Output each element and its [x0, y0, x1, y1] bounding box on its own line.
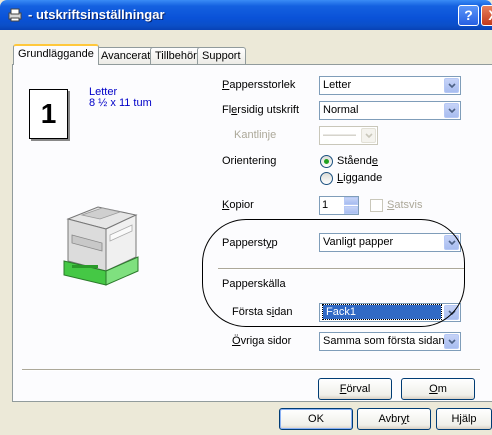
tab-basic[interactable]: Grundläggande: [13, 44, 99, 65]
first-page-select[interactable]: Fack1: [319, 303, 461, 322]
arrow-down-icon[interactable]: [344, 206, 358, 214]
other-pages-label: Övriga sidor: [232, 335, 292, 347]
panel-separator: [22, 369, 480, 371]
copies-stepper[interactable]: [344, 197, 358, 214]
landscape-radio[interactable]: [320, 172, 333, 185]
separator: [218, 268, 464, 270]
tab-support[interactable]: Support: [197, 47, 246, 64]
about-button[interactable]: Om: [401, 378, 475, 400]
paper-type-select[interactable]: Vanligt papper: [319, 233, 461, 252]
chevron-down-icon[interactable]: [444, 334, 459, 349]
chevron-down-icon[interactable]: [444, 103, 459, 118]
paper-size-label: Pappersstorlek: [222, 79, 296, 91]
multipage-label: Flersidig utskrift: [222, 104, 300, 116]
other-pages-select[interactable]: Samma som första sidan: [319, 332, 461, 351]
arrow-up-icon[interactable]: [344, 197, 358, 205]
orientation-label: Orientering: [222, 155, 277, 167]
printer-illustration: [63, 206, 139, 286]
cancel-button[interactable]: Avbryt: [357, 408, 431, 430]
default-button[interactable]: Förval: [318, 378, 392, 400]
border-select: ———: [319, 126, 378, 145]
close-button[interactable]: X: [481, 5, 492, 26]
first-page-label: Första sidan: [232, 306, 293, 318]
tab-advanced[interactable]: Avancerat: [96, 47, 156, 64]
portrait-label[interactable]: Stående: [337, 155, 378, 167]
page-preview: 1: [29, 89, 68, 139]
chevron-down-icon[interactable]: [444, 78, 459, 93]
landscape-label[interactable]: Liggande: [337, 172, 382, 184]
collate-checkbox[interactable]: [370, 199, 383, 212]
printer-preferences-dialog: - utskriftsinställningar ? X Grundläggan…: [0, 0, 492, 435]
help-button[interactable]: Hjälp: [436, 408, 492, 430]
chevron-down-icon[interactable]: [444, 235, 459, 250]
tab-accessories[interactable]: Tillbehör: [150, 47, 202, 64]
printer-icon: [8, 8, 22, 22]
paper-size-select[interactable]: Letter: [319, 76, 461, 95]
paper-source-label: Papperskälla: [222, 278, 286, 290]
multipage-select[interactable]: Normal: [319, 101, 461, 120]
preview-paper-size: 8 ½ x 11 tum: [89, 97, 152, 109]
chevron-down-icon[interactable]: [444, 305, 459, 320]
ok-button[interactable]: OK: [279, 408, 353, 430]
title-bar[interactable]: - utskriftsinställningar ? X: [0, 0, 492, 30]
collate-label: Satsvis: [387, 199, 423, 211]
window-title: - utskriftsinställningar: [28, 7, 165, 22]
copies-label: Kopior: [222, 199, 254, 211]
help-title-button[interactable]: ?: [458, 5, 479, 26]
border-label: Kantlinje: [234, 129, 277, 141]
chevron-down-icon: [361, 128, 376, 143]
portrait-radio[interactable]: [320, 155, 333, 168]
paper-type-label: Papperstyp: [222, 237, 278, 249]
